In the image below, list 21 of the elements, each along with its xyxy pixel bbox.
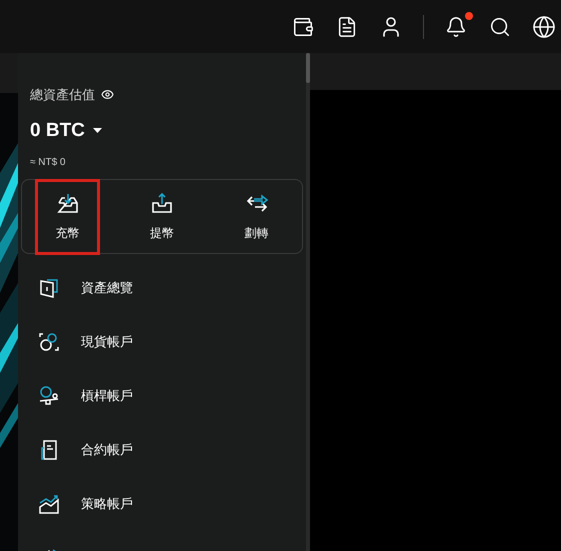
- fiat-balance: ≈ NT$ 0: [29, 156, 66, 170]
- account-menu-item[interactable]: 資產總覽: [18, 261, 306, 315]
- account-menu-item[interactable]: 槓桿帳戶: [18, 369, 306, 423]
- account-menu-item[interactable]: 策略帳戶: [18, 477, 306, 531]
- line-chart-icon: [38, 493, 60, 515]
- action-button[interactable]: 提幣: [130, 178, 194, 254]
- menu-title: 總資產估值: [30, 86, 95, 104]
- btc-balance: 0 BTC: [30, 118, 85, 142]
- globe-icon[interactable]: [531, 14, 557, 40]
- coins-icon: [38, 331, 60, 353]
- scrollbar-thumb[interactable]: [306, 53, 310, 83]
- inbox-upload-icon: [150, 192, 174, 216]
- caret-icon[interactable]: [92, 128, 102, 134]
- action-button[interactable]: 充幣: [35, 178, 100, 254]
- eye-icon[interactable]: [101, 88, 114, 102]
- action-button[interactable]: 劃轉: [224, 178, 289, 254]
- balance-scale-icon: [38, 385, 60, 407]
- tilted-card-icon: [38, 277, 60, 299]
- account-menu-item[interactable]: 現貨帳戶: [18, 315, 306, 369]
- account-menu-item[interactable]: 合約帳戶: [18, 423, 306, 477]
- inbox-download-icon: [56, 192, 80, 216]
